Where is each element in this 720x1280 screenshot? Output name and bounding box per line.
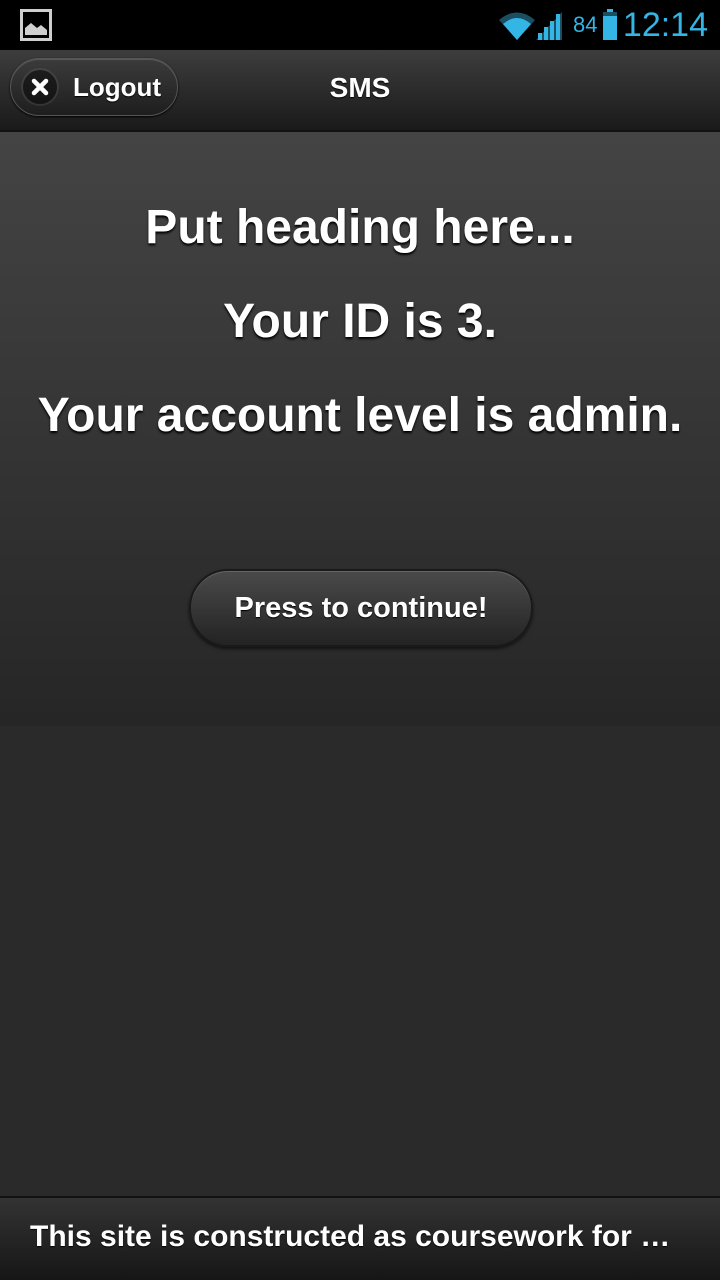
gallery-icon (20, 9, 52, 41)
app-header: Logout SMS (0, 50, 720, 132)
signal-icon (536, 12, 562, 40)
footer-text: This site is constructed as coursework f… (30, 1220, 680, 1253)
account-level-text: Your account level is admin. (37, 389, 683, 442)
close-icon (23, 70, 57, 104)
app-footer: This site is constructed as coursework f… (0, 1196, 720, 1280)
user-id-text: Your ID is 3. (223, 295, 497, 348)
status-bar: 84 12:14 (0, 0, 720, 50)
wifi-icon (499, 12, 535, 40)
logout-label: Logout (73, 72, 162, 102)
content-heading: Put heading here... (145, 201, 575, 254)
logout-button[interactable]: Logout (10, 58, 178, 116)
status-clock: 12:14 (622, 6, 708, 44)
continue-button[interactable]: Press to continue! (189, 569, 533, 647)
battery-icon (603, 9, 617, 40)
battery-level: 84 (573, 12, 598, 37)
content-panel: Put heading here... Your ID is 3. Your a… (0, 132, 720, 726)
